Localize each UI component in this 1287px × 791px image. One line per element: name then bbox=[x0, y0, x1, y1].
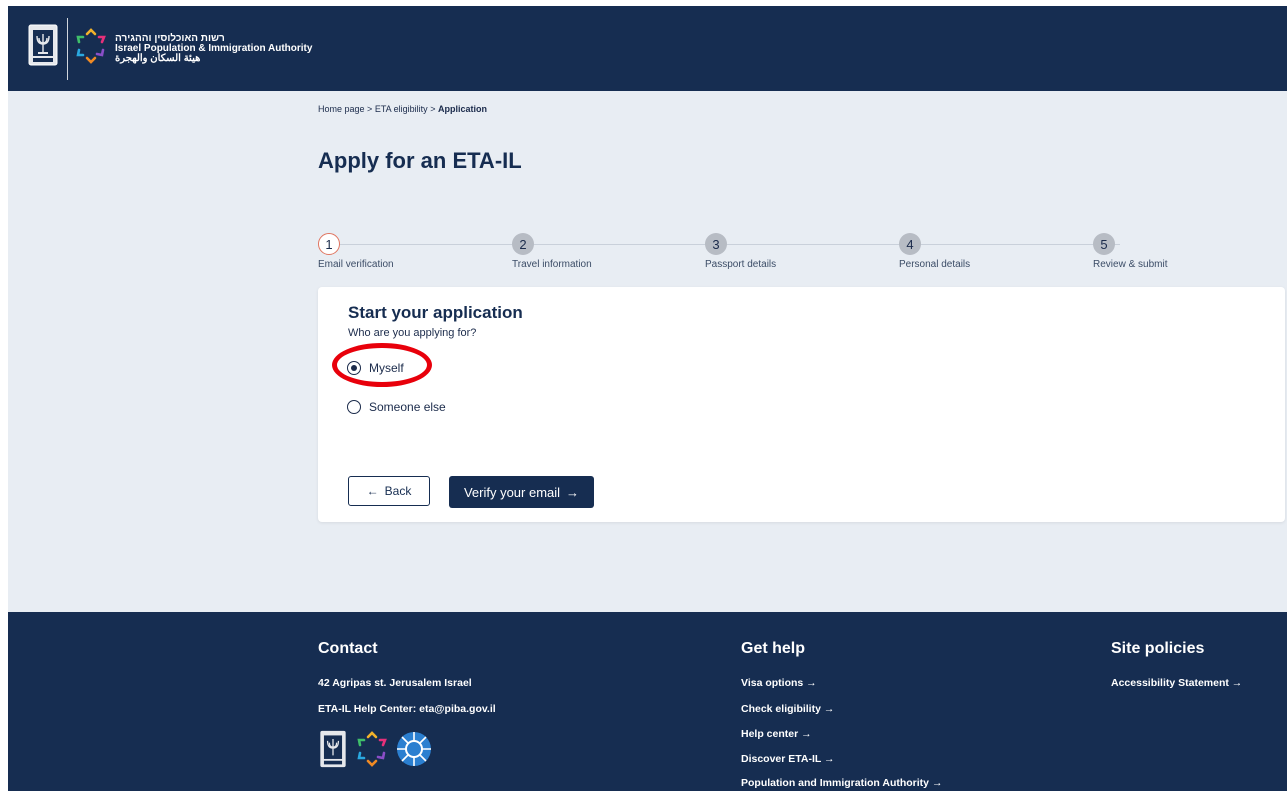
menorah-emblem-icon bbox=[320, 730, 346, 768]
step-passport-details: 3 Passport details bbox=[705, 233, 776, 270]
radio-label: Someone else bbox=[369, 400, 446, 414]
step-email-verification: 1 Email verification bbox=[318, 233, 394, 270]
footer-help-center-email[interactable]: ETA-IL Help Center: eta@piba.gov.il bbox=[318, 703, 496, 715]
radio-button-checked[interactable] bbox=[347, 361, 361, 375]
application-card: Start your application Who are you apply… bbox=[318, 287, 1285, 522]
star-logo-icon bbox=[357, 731, 387, 767]
site-footer: Contact 42 Agripas st. Jerusalem Israel … bbox=[8, 612, 1287, 791]
step-label: Personal details bbox=[899, 259, 971, 270]
footer-help-heading: Get help bbox=[741, 640, 806, 657]
footer-contact-heading: Contact bbox=[318, 640, 378, 657]
footer-link-visa-options[interactable]: Visa options → bbox=[741, 677, 817, 689]
step-number: 5 bbox=[1093, 233, 1115, 255]
step-label: Email verification bbox=[318, 259, 394, 270]
header-divider bbox=[67, 18, 68, 80]
breadcrumb-current: Application bbox=[437, 104, 487, 114]
step-label: Travel information bbox=[512, 259, 592, 270]
arrow-right-icon: → bbox=[566, 484, 580, 500]
breadcrumb-separator: > bbox=[430, 104, 436, 114]
step-travel-information: 2 Travel information bbox=[512, 233, 592, 270]
globe-seal-icon bbox=[397, 732, 431, 766]
footer-link-accessibility[interactable]: Accessibility Statement → bbox=[1111, 677, 1242, 689]
step-label: Passport details bbox=[705, 259, 777, 270]
page-title: Apply for an ETA-IL bbox=[318, 148, 522, 173]
menorah-emblem-icon[interactable] bbox=[28, 24, 58, 66]
breadcrumb-eligibility[interactable]: ETA eligibility bbox=[375, 104, 428, 114]
footer-logos bbox=[318, 730, 432, 768]
radio-myself[interactable]: Myself bbox=[347, 361, 404, 375]
applicant-question: Who are you applying for? bbox=[348, 327, 477, 339]
step-number: 3 bbox=[705, 233, 727, 255]
arrow-left-icon: ← bbox=[366, 484, 379, 498]
radio-label: Myself bbox=[369, 361, 404, 375]
card-title: Start your application bbox=[348, 303, 523, 322]
breadcrumb: Home page > ETA eligibility > Applicatio… bbox=[318, 104, 487, 114]
step-review-submit: 5 Review & submit bbox=[1093, 233, 1167, 270]
footer-link-help-center[interactable]: Help center → bbox=[741, 728, 812, 740]
org-name-arabic: هيئة السكان والهجرة bbox=[115, 53, 201, 64]
step-label: Review & submit bbox=[1093, 259, 1168, 270]
verify-email-button[interactable]: Verify your email → bbox=[449, 476, 594, 508]
footer-address: 42 Agripas st. Jerusalem Israel bbox=[318, 677, 472, 689]
step-personal-details: 4 Personal details bbox=[899, 233, 970, 270]
footer-policies-heading: Site policies bbox=[1111, 640, 1205, 657]
verify-button-label: Verify your email bbox=[463, 484, 561, 500]
star-logo-icon[interactable] bbox=[73, 28, 109, 64]
radio-someone-else[interactable]: Someone else bbox=[347, 400, 446, 414]
radio-button[interactable] bbox=[347, 400, 361, 414]
breadcrumb-home[interactable]: Home page bbox=[318, 104, 365, 114]
back-button[interactable]: ← Back bbox=[348, 476, 430, 506]
step-number: 4 bbox=[899, 233, 921, 255]
footer-link-check-eligibility[interactable]: Check eligibility → bbox=[741, 703, 834, 715]
step-number: 2 bbox=[512, 233, 534, 255]
back-button-label: Back bbox=[384, 484, 412, 498]
org-name[interactable]: רשות האוכלוסין וההגירה Israel Population… bbox=[115, 34, 312, 64]
footer-link-discover-eta[interactable]: Discover ETA-IL → bbox=[741, 753, 835, 765]
breadcrumb-separator: > bbox=[367, 104, 373, 114]
step-number: 1 bbox=[318, 233, 340, 255]
footer-link-piba[interactable]: Population and Immigration Authority → bbox=[741, 777, 942, 789]
